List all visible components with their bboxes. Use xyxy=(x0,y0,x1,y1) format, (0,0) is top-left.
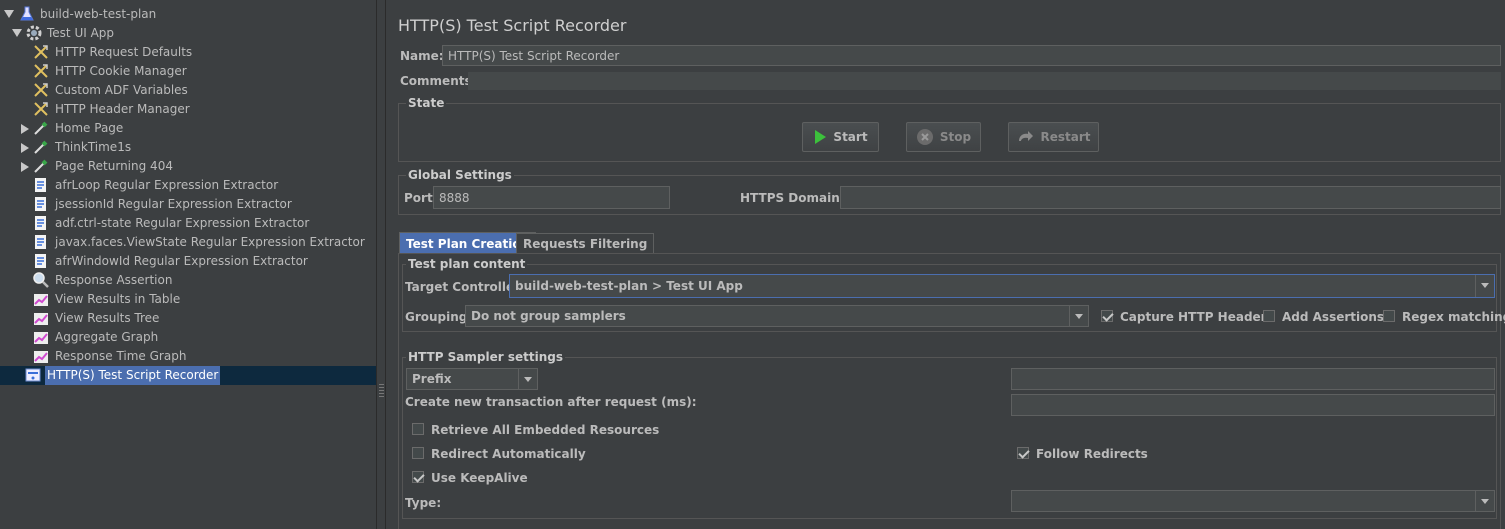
transaction-field[interactable] xyxy=(1011,394,1495,416)
tree-node-view-results-table[interactable]: View Results in Table xyxy=(53,290,182,309)
graph-icon xyxy=(34,294,48,306)
chevron-down-icon[interactable] xyxy=(1069,306,1088,326)
tree-node-jsessionid-extractor[interactable]: jsessionId Regular Expression Extractor xyxy=(53,195,294,214)
retrieve-embedded-label: Retrieve All Embedded Resources xyxy=(431,423,660,437)
comments-field[interactable] xyxy=(468,72,1501,90)
tree-toggle-expanded[interactable] xyxy=(12,29,22,37)
use-keepalive-checkbox[interactable] xyxy=(412,471,424,483)
tree-node-page-returning-404[interactable]: Page Returning 404 xyxy=(53,157,175,176)
follow-redirects-label: Follow Redirects xyxy=(1036,447,1148,461)
tree-node-response-assertion[interactable]: Response Assertion xyxy=(53,271,174,290)
magnifier-icon xyxy=(33,272,49,288)
type-select[interactable] xyxy=(1011,490,1495,512)
gear-icon xyxy=(26,25,42,41)
document-icon xyxy=(35,216,46,230)
capture-headers-label: Capture HTTP Headers xyxy=(1120,310,1274,324)
chevron-down-icon[interactable] xyxy=(1475,491,1494,511)
tree-node-afrwindowid-extractor[interactable]: afrWindowId Regular Expression Extractor xyxy=(53,252,310,271)
redirect-automatically-label: Redirect Automatically xyxy=(431,447,586,461)
test-plan-content-title: Test plan content xyxy=(406,257,528,271)
tree-node-viewstate-extractor[interactable]: javax.faces.ViewState Regular Expression… xyxy=(53,233,367,252)
https-domains-field[interactable] xyxy=(840,186,1501,209)
graph-icon xyxy=(34,313,48,325)
prefix-select[interactable]: Prefix xyxy=(406,368,538,390)
add-assertions-checkbox[interactable] xyxy=(1263,310,1275,322)
recorder-icon xyxy=(25,368,41,382)
tree-toggle-collapsed[interactable] xyxy=(21,143,29,153)
restart-button[interactable]: Restart xyxy=(1008,122,1099,152)
tree-toggle-collapsed[interactable] xyxy=(21,124,29,134)
follow-redirects-checkbox[interactable] xyxy=(1017,447,1029,459)
tree-node-adf-ctrl-state-extractor[interactable]: adf.ctrl-state Regular Expression Extrac… xyxy=(53,214,311,233)
grouping-label: Grouping: xyxy=(405,310,473,324)
comments-label: Comments: xyxy=(400,74,477,88)
global-settings-title: Global Settings xyxy=(406,168,514,182)
tree-node-recorder[interactable]: HTTP(S) Test Script Recorder xyxy=(45,366,221,385)
tree-toggle-expanded[interactable] xyxy=(4,10,14,18)
http-sampler-settings-title: HTTP Sampler settings xyxy=(406,350,565,364)
redirect-automatically-checkbox[interactable] xyxy=(412,447,424,459)
chevron-down-icon[interactable] xyxy=(1475,275,1494,297)
state-group-title: State xyxy=(406,96,447,110)
tree-node-http-cookie-manager[interactable]: HTTP Cookie Manager xyxy=(53,62,189,81)
tree-node-http-header-manager[interactable]: HTTP Header Manager xyxy=(53,100,192,119)
start-button[interactable]: Start xyxy=(802,122,879,152)
panel-splitter[interactable] xyxy=(377,0,386,529)
pipette-icon xyxy=(34,140,48,154)
name-field[interactable]: HTTP(S) Test Script Recorder xyxy=(442,45,1501,66)
stop-icon xyxy=(916,129,933,145)
graph-icon xyxy=(34,332,48,344)
wrench-icon xyxy=(34,64,48,78)
target-controller-select[interactable]: build-web-test-plan > Test UI App xyxy=(509,274,1495,298)
use-keepalive-label: Use KeepAlive xyxy=(431,471,528,485)
document-icon xyxy=(35,235,46,249)
tree-node-home-page[interactable]: Home Page xyxy=(53,119,125,138)
tree-node-aggregate-graph[interactable]: Aggregate Graph xyxy=(53,328,160,347)
tree-node-test-plan[interactable]: build-web-test-plan xyxy=(38,5,158,24)
tree-node-http-request-defaults[interactable]: HTTP Request Defaults xyxy=(53,43,194,62)
pipette-icon xyxy=(34,159,48,173)
document-icon xyxy=(35,178,46,192)
https-domains-label: HTTPS Domains: xyxy=(740,191,852,205)
recorder-panel: HTTP(S) Test Script Recorder Name: HTTP(… xyxy=(386,0,1505,529)
wrench-icon xyxy=(34,102,48,116)
test-plan-tree[interactable]: build-web-test-plan Test UI App HTTP Req… xyxy=(0,0,377,529)
tree-node-think-time[interactable]: ThinkTime1s xyxy=(53,138,133,157)
document-icon xyxy=(35,197,46,211)
transaction-label: Create new transaction after request (ms… xyxy=(405,395,697,409)
name-label: Name: xyxy=(400,49,444,63)
tab-requests-filtering[interactable]: Requests Filtering xyxy=(516,233,655,254)
flask-icon xyxy=(20,6,34,21)
add-assertions-label: Add Assertions xyxy=(1282,310,1385,324)
tree-node-afrloop-extractor[interactable]: afrLoop Regular Expression Extractor xyxy=(53,176,280,195)
tree-toggle-collapsed[interactable] xyxy=(21,162,29,172)
prefix-input[interactable] xyxy=(1011,368,1495,390)
chevron-down-icon[interactable] xyxy=(518,369,537,389)
regex-matching-checkbox[interactable] xyxy=(1383,310,1395,322)
wrench-icon xyxy=(34,45,48,59)
document-icon xyxy=(35,254,46,268)
stop-button[interactable]: Stop xyxy=(906,122,981,152)
regex-matching-label: Regex matching xyxy=(1402,310,1505,324)
target-controller-label: Target Controller: xyxy=(405,280,525,294)
tree-node-thread-group[interactable]: Test UI App xyxy=(45,24,116,43)
tree-node-response-time-graph[interactable]: Response Time Graph xyxy=(53,347,188,366)
page-title: HTTP(S) Test Script Recorder xyxy=(398,16,627,35)
type-label: Type: xyxy=(405,496,442,510)
graph-icon xyxy=(34,351,48,363)
tree-node-view-results-tree[interactable]: View Results Tree xyxy=(53,309,161,328)
retrieve-embedded-checkbox[interactable] xyxy=(412,423,424,435)
capture-headers-checkbox[interactable] xyxy=(1101,310,1113,322)
restart-icon xyxy=(1019,131,1034,141)
play-icon xyxy=(815,130,827,144)
tree-node-custom-adf-variables[interactable]: Custom ADF Variables xyxy=(53,81,190,100)
grouping-select[interactable]: Do not group samplers xyxy=(465,305,1089,327)
port-field[interactable]: 8888 xyxy=(433,186,670,209)
splitter-grip[interactable] xyxy=(379,384,384,398)
wrench-icon xyxy=(34,83,48,97)
pipette-icon xyxy=(34,121,48,135)
